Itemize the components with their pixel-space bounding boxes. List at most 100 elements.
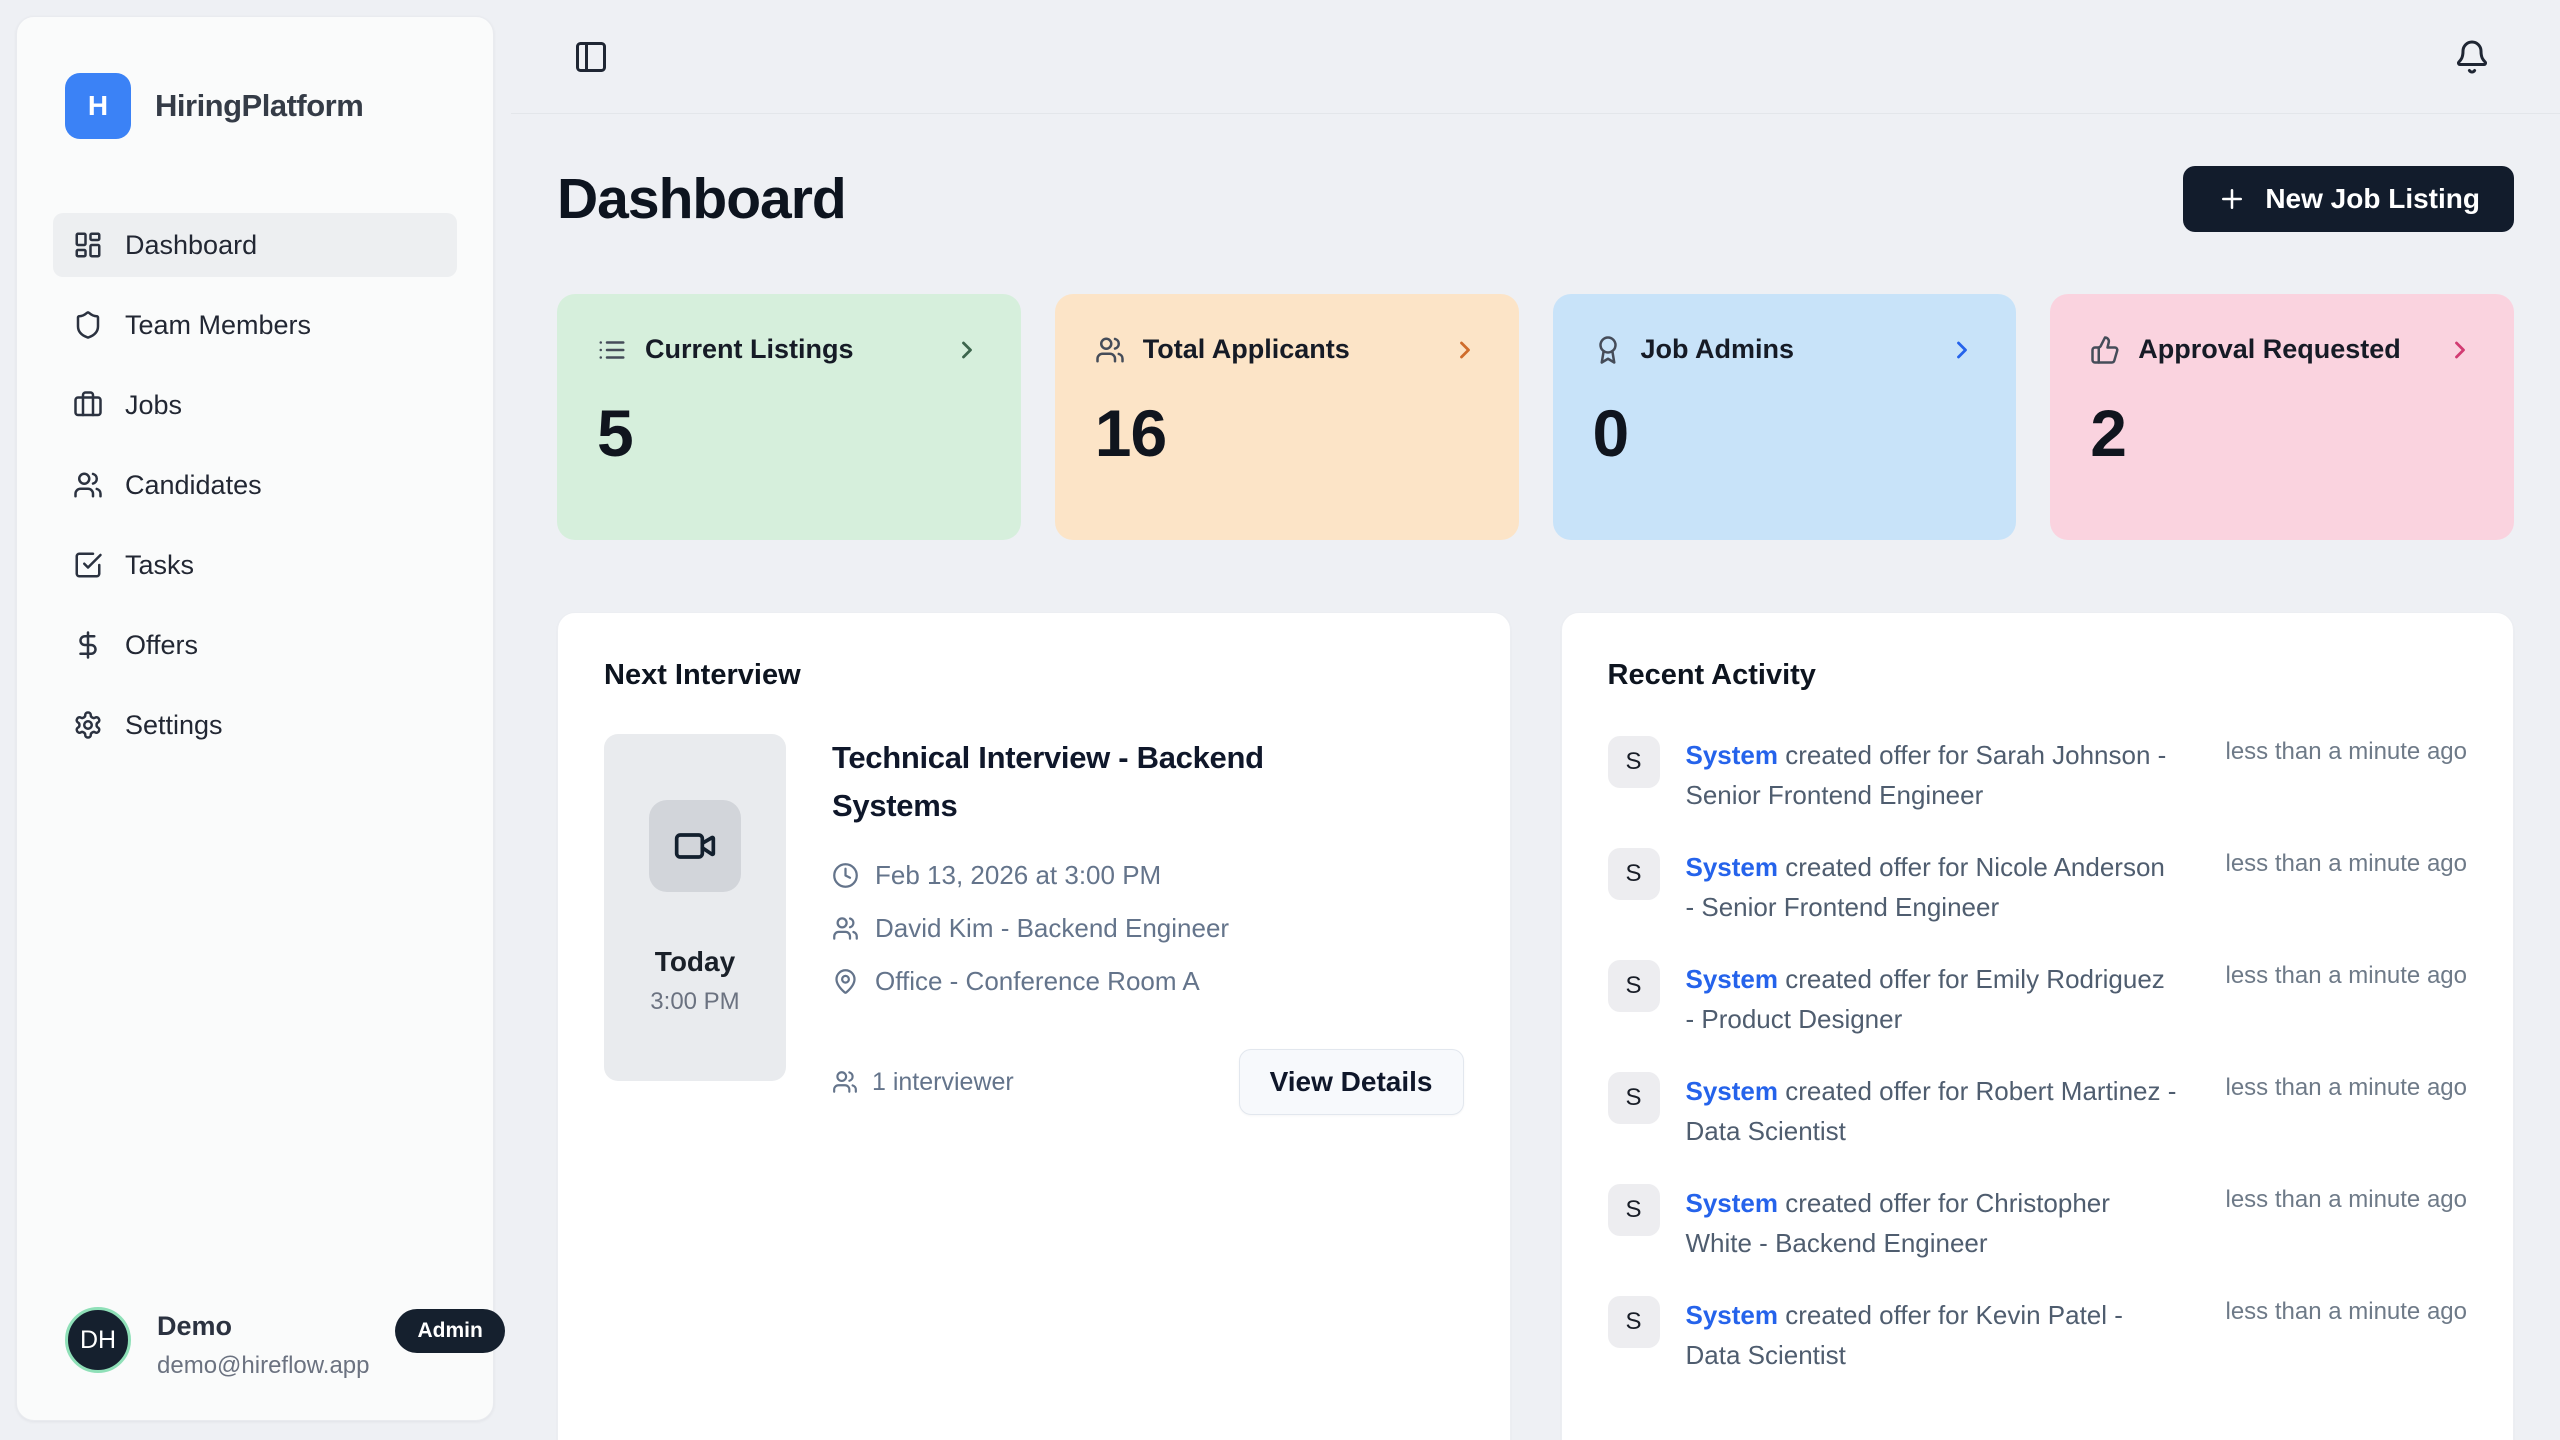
dollar-sign-icon [73, 630, 103, 660]
activity-actor-link[interactable]: System [1686, 1300, 1779, 1330]
stat-label: Current Listings [645, 334, 854, 365]
sidebar-item-label: Settings [125, 710, 223, 741]
app-title: HiringPlatform [155, 88, 363, 124]
sidebar-item-label: Team Members [125, 310, 311, 341]
stat-label: Approval Requested [2138, 334, 2401, 365]
layout-dashboard-icon [73, 230, 103, 260]
stats-row: Current Listings 5 Total Applicants [557, 294, 2514, 540]
avatar: DH [65, 1307, 131, 1373]
panels-row: Next Interview Today 3:00 PM [557, 612, 2514, 1440]
activity-actor-link[interactable]: System [1686, 852, 1779, 882]
sidebar-item-offers[interactable]: Offers [53, 613, 457, 677]
notifications-button[interactable] [2454, 39, 2490, 75]
user-name: Demo [157, 1311, 369, 1342]
new-job-listing-button[interactable]: New Job Listing [2183, 166, 2514, 232]
stat-card-current-listings[interactable]: Current Listings 5 [557, 294, 1021, 540]
activity-actor-link[interactable]: System [1686, 740, 1779, 770]
video-camera-icon [673, 824, 717, 868]
activity-actor-link[interactable]: System [1686, 1076, 1779, 1106]
new-job-listing-label: New Job Listing [2265, 183, 2480, 215]
page-header: Dashboard New Job Listing [557, 166, 2514, 232]
interview-day-label: Today [655, 946, 735, 978]
activity-text: System created offer for Emily Rodriguez… [1686, 960, 2178, 1039]
activity-timestamp: less than a minute ago [2226, 1072, 2468, 1102]
interview-details: Technical Interview - Backend Systems Fe… [832, 734, 1464, 1115]
bell-icon [2454, 39, 2490, 75]
interview-candidate-row: David Kim - Backend Engineer [832, 913, 1464, 944]
next-interview-panel: Next Interview Today 3:00 PM [557, 612, 1511, 1440]
app-logo: H HiringPlatform [53, 73, 457, 139]
activity-item: S System created offer for Sarah Johnson… [1608, 736, 2468, 815]
users-icon [832, 1069, 858, 1095]
activity-timestamp: less than a minute ago [2226, 1184, 2468, 1214]
app-logo-mark: H [65, 73, 131, 139]
activity-text: System created offer for Kevin Patel - D… [1686, 1296, 2178, 1375]
interview-time-label: 3:00 PM [650, 988, 739, 1016]
sidebar-item-candidates[interactable]: Candidates [53, 453, 457, 517]
activity-avatar: S [1608, 848, 1660, 900]
app-root: H HiringPlatform Dashboard Team Members [0, 0, 2560, 1440]
activity-text: System created offer for Nicole Anderson… [1686, 848, 2178, 927]
sidebar-toggle-button[interactable] [573, 39, 609, 75]
activity-item: S System created offer for Christopher W… [1608, 1184, 2468, 1263]
next-interview-title: Next Interview [604, 659, 1464, 692]
recent-activity-panel: Recent Activity S System created offer f… [1561, 612, 2515, 1440]
stat-card-total-applicants[interactable]: Total Applicants 16 [1055, 294, 1519, 540]
panel-left-icon [573, 39, 609, 75]
activity-item: S System created offer for Nicole Anders… [1608, 848, 2468, 927]
activity-actor-link[interactable]: System [1686, 964, 1779, 994]
sidebar-item-team-members[interactable]: Team Members [53, 293, 457, 357]
sidebar-item-settings[interactable]: Settings [53, 693, 457, 757]
user-info: Demo demo@hireflow.app [157, 1307, 369, 1380]
view-details-button[interactable]: View Details [1239, 1049, 1464, 1115]
sidebar-item-label: Dashboard [125, 230, 257, 261]
activity-avatar: S [1608, 1184, 1660, 1236]
activity-avatar: S [1608, 1296, 1660, 1348]
gear-icon [73, 710, 103, 740]
interview-datetime: Feb 13, 2026 at 3:00 PM [875, 860, 1161, 891]
activity-avatar: S [1608, 736, 1660, 788]
role-badge: Admin [395, 1309, 504, 1353]
sidebar-item-label: Tasks [125, 550, 194, 581]
stat-label: Total Applicants [1143, 334, 1350, 365]
stat-label: Job Admins [1641, 334, 1795, 365]
users-icon [73, 470, 103, 500]
stat-card-approval-requested[interactable]: Approval Requested 2 [2050, 294, 2514, 540]
activity-timestamp: less than a minute ago [2226, 848, 2468, 878]
interview-event-title: Technical Interview - Backend Systems [832, 734, 1332, 830]
stat-card-header: Current Listings [597, 334, 981, 365]
activity-avatar: S [1608, 1072, 1660, 1124]
page-title: Dashboard [557, 166, 846, 232]
activity-timestamp: less than a minute ago [2226, 736, 2468, 766]
recent-activity-title: Recent Activity [1608, 659, 2468, 692]
video-icon-box [649, 800, 741, 892]
stat-card-job-admins[interactable]: Job Admins 0 [1553, 294, 2017, 540]
user-menu[interactable]: DH Demo demo@hireflow.app Admin [53, 1307, 457, 1380]
thumbs-up-icon [2090, 335, 2120, 365]
sidebar-item-dashboard[interactable]: Dashboard [53, 213, 457, 277]
sidebar-item-tasks[interactable]: Tasks [53, 533, 457, 597]
activity-timestamp: less than a minute ago [2226, 1296, 2468, 1326]
interviewer-count-label: 1 interviewer [872, 1068, 1014, 1097]
clock-icon [832, 862, 859, 889]
sidebar-nav: Dashboard Team Members Jobs Candidates [53, 213, 457, 773]
activity-text: System created offer for Sarah Johnson -… [1686, 736, 2178, 815]
users-icon [832, 915, 859, 942]
shield-icon [73, 310, 103, 340]
activity-item: S System created offer for Emily Rodrigu… [1608, 960, 2468, 1039]
page-content: Dashboard New Job Listing Current Listin… [511, 114, 2560, 1440]
interview-candidate: David Kim - Backend Engineer [875, 913, 1229, 944]
stat-card-header: Approval Requested [2090, 334, 2474, 365]
activity-list: S System created offer for Sarah Johnson… [1608, 736, 2468, 1408]
stat-value: 16 [1095, 395, 1479, 471]
sidebar-item-jobs[interactable]: Jobs [53, 373, 457, 437]
sidebar-item-label: Candidates [125, 470, 262, 501]
sidebar: H HiringPlatform Dashboard Team Members [16, 16, 494, 1421]
activity-item: S System created offer for Kevin Patel -… [1608, 1296, 2468, 1375]
activity-actor-link[interactable]: System [1686, 1188, 1779, 1218]
next-interview-body: Today 3:00 PM Technical Interview - Back… [604, 734, 1464, 1115]
plus-icon [2217, 184, 2247, 214]
interview-meta: Feb 13, 2026 at 3:00 PM David Kim - Back… [832, 860, 1464, 997]
topbar [511, 0, 2560, 114]
map-pin-icon [832, 968, 859, 995]
